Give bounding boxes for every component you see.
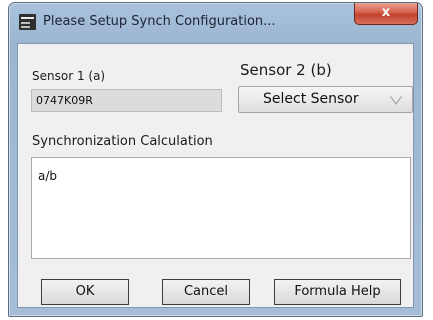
app-window-icon xyxy=(19,14,36,30)
close-button[interactable]: x xyxy=(354,3,418,25)
ok-button[interactable]: OK xyxy=(41,279,129,305)
sensor1-label: Sensor 1 (a) xyxy=(32,69,106,83)
select-sensor-label: Select Sensor xyxy=(263,91,359,107)
select-sensor-dropdown[interactable]: Select Sensor xyxy=(238,86,413,113)
formula-help-button[interactable]: Formula Help xyxy=(274,279,401,305)
close-icon: x xyxy=(381,5,391,20)
title-bar[interactable]: Please Setup Synch Configuration... x xyxy=(9,3,422,43)
chevron-down-icon xyxy=(390,96,402,105)
dialog-content: Sensor 1 (a) Sensor 2 (b) 0747K09R Selec… xyxy=(17,43,414,308)
cancel-button[interactable]: Cancel xyxy=(162,279,250,305)
window-title: Please Setup Synch Configuration... xyxy=(43,14,276,29)
dialog-window: Please Setup Synch Configuration... x Se… xyxy=(8,2,423,317)
calculation-input[interactable]: a/b xyxy=(31,157,411,259)
calculation-label: Synchronization Calculation xyxy=(32,134,213,149)
sensor1-field[interactable]: 0747K09R xyxy=(31,89,222,112)
sensor2-label: Sensor 2 (b) xyxy=(240,61,332,79)
